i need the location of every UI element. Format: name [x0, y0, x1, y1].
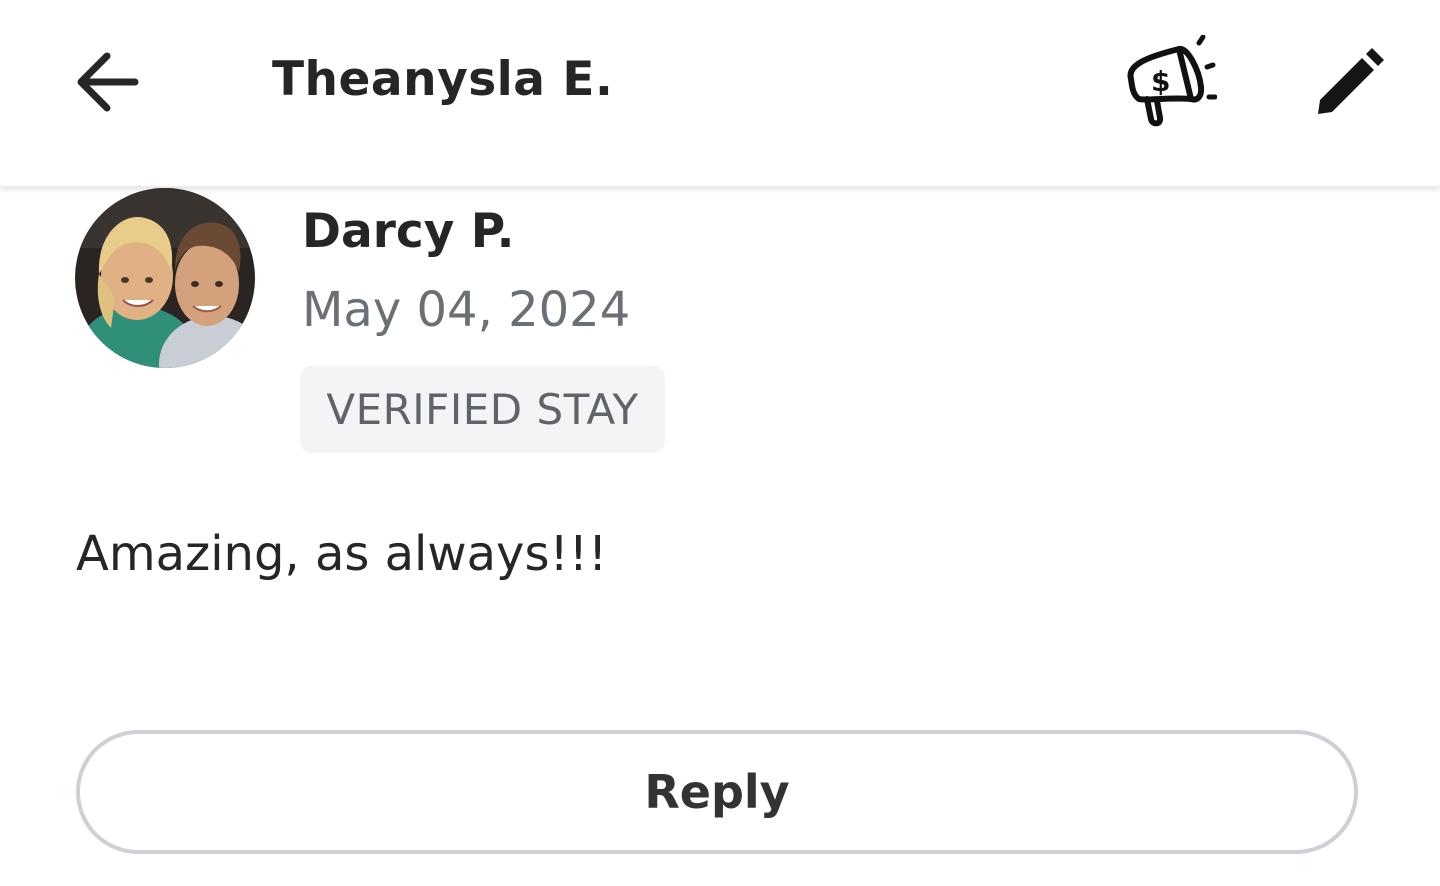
edit-button[interactable] — [1298, 38, 1398, 130]
avatar — [75, 188, 255, 368]
page-title: Theanysla E. — [272, 52, 614, 107]
arrow-left-icon — [77, 52, 139, 112]
review-card: Darcy P. May 04, 2024 VERIFIED STAY Amaz… — [0, 186, 1440, 886]
review-date: May 04, 2024 — [302, 282, 631, 338]
megaphone-dollar-icon: $ — [1127, 35, 1217, 127]
app-header: Theanysla E. $ — [0, 0, 1440, 187]
svg-text:$: $ — [1151, 65, 1170, 98]
back-button[interactable] — [62, 40, 150, 124]
reviewer-name: Darcy P. — [302, 204, 515, 259]
reply-button[interactable]: Reply — [76, 730, 1358, 854]
review-text: Amazing, as always!!! — [76, 526, 608, 582]
reviewer-photo — [75, 188, 255, 368]
promote-button[interactable]: $ — [1110, 28, 1224, 138]
verified-stay-badge: VERIFIED STAY — [300, 366, 665, 453]
pencil-icon — [1318, 48, 1384, 114]
